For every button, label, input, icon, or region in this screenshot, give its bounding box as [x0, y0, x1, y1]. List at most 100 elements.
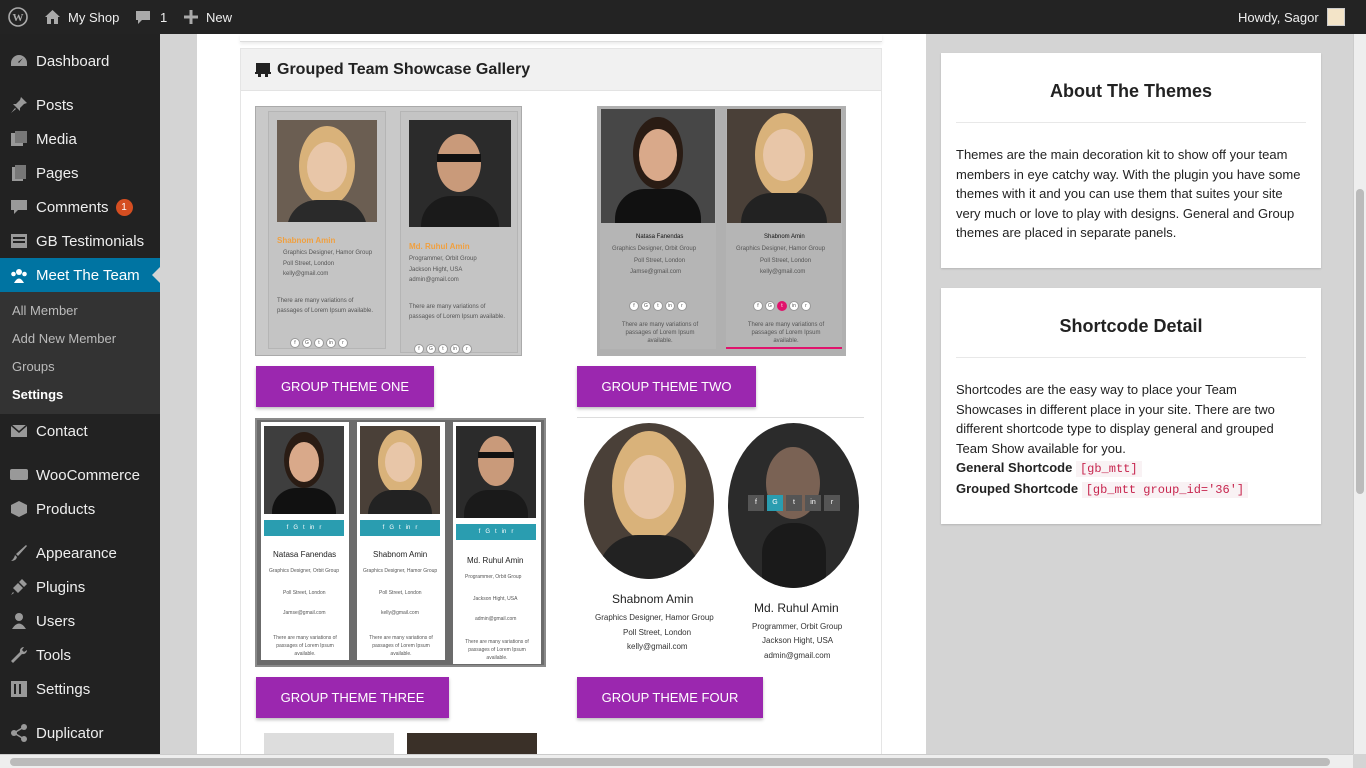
menu-posts[interactable]: Posts	[0, 88, 160, 122]
menu-dashboard[interactable]: Dashboard	[0, 44, 160, 78]
member-email: Jamse@gmail.com	[630, 269, 682, 275]
group-theme-five-preview	[264, 733, 394, 754]
howdy-text: Howdy, Sagor	[1238, 9, 1319, 25]
comment-icon	[10, 198, 28, 216]
brush-icon	[10, 544, 28, 562]
my-account-link[interactable]: Howdy, Sagor	[1238, 0, 1345, 34]
member-photo	[584, 423, 714, 579]
pages-icon	[10, 164, 28, 182]
menu-duplicator[interactable]: Duplicator	[0, 716, 160, 750]
wordpress-logo-icon[interactable]: W	[8, 0, 28, 34]
member-role: Graphics Designer, Hamor Group	[595, 613, 714, 622]
horizontal-scrollbar[interactable]	[0, 754, 1353, 768]
group-theme-one-button[interactable]: GROUP THEME ONE	[256, 366, 434, 407]
social-bar: f G t in r	[456, 524, 536, 540]
menu-label: Settings	[36, 680, 91, 698]
member-photo	[264, 426, 344, 514]
member-email: admin@gmail.com	[409, 277, 459, 283]
member-bio: There are many variations of passages of…	[409, 304, 506, 320]
group-theme-one-preview: Shabnom Amin Graphics Designer, Hamor Gr…	[255, 106, 522, 356]
mail-icon	[10, 422, 28, 440]
submenu-add-new-member[interactable]: Add New Member	[0, 324, 160, 352]
shortcode-list: General Shortcode [gb_mtt] Grouped Short…	[941, 458, 1321, 500]
settings-icon	[10, 680, 28, 698]
member-address: Jackson Hight, USA	[409, 267, 463, 273]
group-theme-four-preview: Shabnom Amin Graphics Designer, Hamor Gr…	[577, 420, 867, 665]
menu-products[interactable]: Products	[0, 492, 160, 526]
social-icons: f Gt in r	[752, 295, 812, 311]
member-name: Md. Ruhul Amin	[754, 601, 839, 615]
menu-contact[interactable]: Contact	[0, 414, 160, 448]
vertical-scroll-thumb[interactable]	[1356, 189, 1364, 494]
menu-label: Contact	[36, 422, 88, 440]
grouped-shortcode-code[interactable]: [gb_mtt group_id='36']	[1081, 482, 1249, 498]
menu-gb-testimonials[interactable]: GB Testimonials	[0, 224, 160, 258]
member-role: Programmer, Orbit Group	[409, 256, 477, 262]
member-name: Natasa Fanendas	[636, 234, 684, 240]
menu-label: Products	[36, 500, 96, 518]
social-icons: f Gt in r	[413, 338, 473, 354]
menu-label: Pages	[36, 164, 79, 182]
menu-settings[interactable]: Settings	[0, 672, 160, 706]
group-theme-two-button[interactable]: GROUP THEME TWO	[577, 366, 756, 407]
group-theme-four-button[interactable]: GROUP THEME FOUR	[577, 677, 763, 718]
social-icons: f G t in r	[748, 495, 840, 511]
home-icon	[45, 10, 60, 24]
member-address: Poll Street, London	[283, 590, 326, 596]
member-photo	[277, 120, 377, 222]
menu-label: Appearance	[36, 544, 117, 562]
team-submenu: All Member Add New Member Groups Setting…	[0, 292, 160, 414]
menu-meet-the-team[interactable]: Meet The Team	[0, 258, 160, 292]
grouped-shortcode-label: Grouped Shortcode	[956, 481, 1079, 496]
submenu-settings[interactable]: Settings	[0, 380, 160, 408]
member-email: admin@gmail.com	[475, 616, 517, 622]
submenu-groups[interactable]: Groups	[0, 352, 160, 380]
share-icon	[10, 724, 28, 742]
new-content-link[interactable]: New	[184, 0, 232, 34]
social-icons: f Gt in r	[289, 332, 349, 348]
member-name: Shabnom Amin	[764, 234, 805, 240]
horizontal-scroll-thumb[interactable]	[10, 758, 1330, 766]
menu-tools[interactable]: Tools	[0, 638, 160, 672]
member-address: Poll Street, London	[283, 261, 335, 267]
group-theme-three-preview: f G t in r Natasa Fanendas Graphics Desi…	[255, 418, 546, 667]
shortcode-title: Shortcode Detail	[1059, 316, 1203, 336]
member-card: f G t in r Md. Ruhul Amin Programmer, Or…	[453, 422, 541, 664]
member-card: Shabnom Amin Graphics Designer, Hamor Gr…	[726, 109, 842, 349]
divider	[577, 417, 864, 418]
social-icons: f Gt in r	[628, 295, 688, 311]
menu-users[interactable]: Users	[0, 604, 160, 638]
site-name-link[interactable]: My Shop	[44, 0, 119, 34]
group-theme-two-preview: Natasa Fanendas Graphics Designer, Orbit…	[597, 106, 846, 356]
menu-label: GB Testimonials	[36, 232, 145, 250]
vertical-scrollbar[interactable]	[1353, 34, 1366, 754]
menu-woocommerce[interactable]: WooCommerce	[0, 458, 160, 492]
member-email: kelly@gmail.com	[381, 610, 419, 616]
wrench-icon	[10, 646, 28, 664]
member-name: Md. Ruhul Amin	[409, 242, 470, 251]
general-shortcode-code[interactable]: [gb_mtt]	[1075, 461, 1142, 477]
menu-label: Plugins	[36, 578, 86, 596]
member-name: Shabnom Amin	[373, 550, 428, 559]
member-address: Poll Street, London	[379, 590, 422, 596]
group-theme-three-button[interactable]: GROUP THEME THREE	[256, 677, 449, 718]
panel-title: Grouped Team Showcase Gallery	[277, 60, 531, 78]
menu-media[interactable]: Media	[0, 122, 160, 156]
member-email: kelly@gmail.com	[627, 642, 688, 651]
submenu-all-member[interactable]: All Member	[0, 296, 160, 324]
menu-label: Meet The Team	[36, 266, 140, 284]
member-card: Natasa Fanendas Graphics Designer, Orbit…	[600, 109, 716, 349]
menu-appearance[interactable]: Appearance	[0, 536, 160, 570]
member-email: kelly@gmail.com	[760, 269, 806, 275]
member-photo	[601, 109, 715, 223]
menu-label: Tools	[36, 646, 72, 664]
member-name: Natasa Fanendas	[273, 550, 337, 559]
social-bar: f G t in r	[360, 520, 440, 536]
member-card: Shabnom Amin Graphics Designer, Hamor Gr…	[268, 111, 386, 349]
menu-pages[interactable]: Pages	[0, 156, 160, 190]
menu-comments[interactable]: Comments 1	[0, 190, 160, 224]
menu-plugins[interactable]: Plugins	[0, 570, 160, 604]
comments-link[interactable]: 1	[135, 0, 167, 34]
member-name: Shabnom Amin	[277, 236, 336, 245]
member-address: Poll Street, London	[623, 628, 692, 637]
